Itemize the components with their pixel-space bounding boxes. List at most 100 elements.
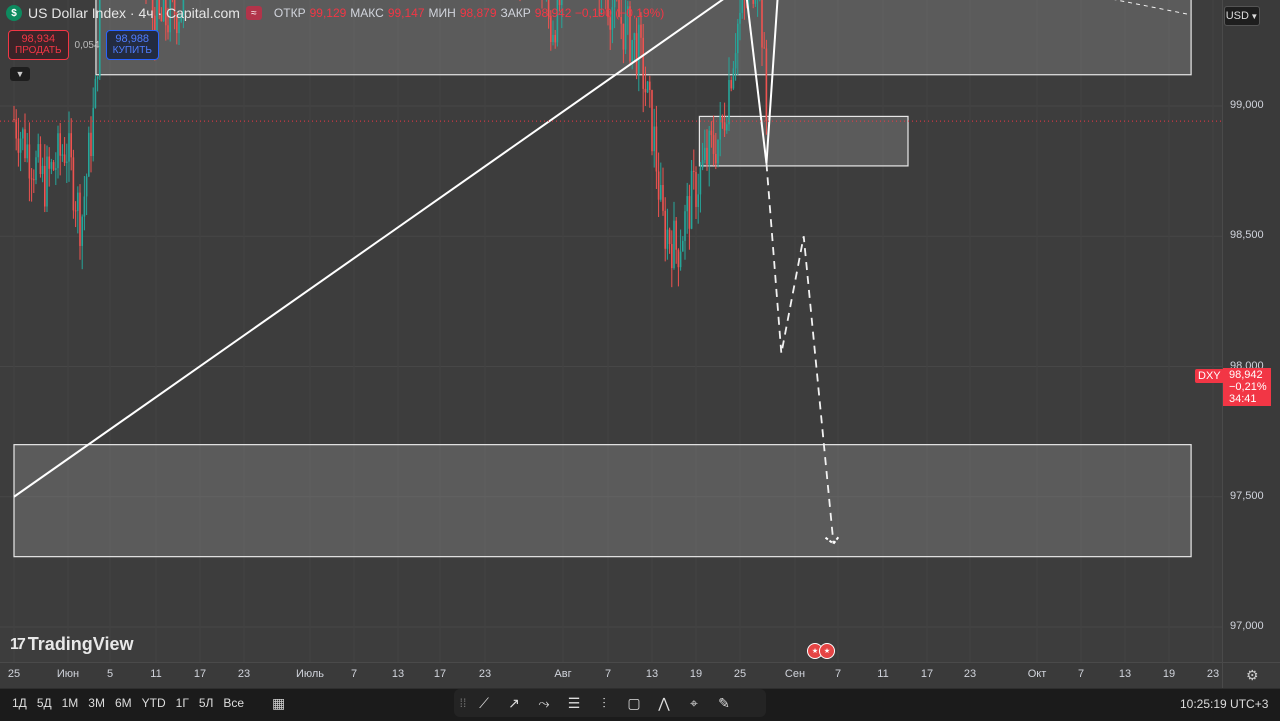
candle-body xyxy=(94,78,97,108)
candle-body xyxy=(79,192,81,246)
ohlc-close-label: ЗАКР xyxy=(500,6,531,20)
last-price-value: 98,942 xyxy=(1229,369,1263,381)
candle-body xyxy=(33,179,35,181)
candle-body xyxy=(741,0,743,13)
economic-events[interactable]: ★ ★ xyxy=(807,643,835,659)
candle-body xyxy=(671,244,673,269)
symbol-title[interactable]: US Dollar Index · 4ч · Capital.com xyxy=(28,5,240,21)
ohlc-open-label: ОТКР xyxy=(273,6,306,20)
candle-body xyxy=(77,192,79,211)
bar-countdown: 34:41 xyxy=(1229,393,1257,405)
candle-body xyxy=(85,176,88,197)
candle-body xyxy=(83,196,86,217)
candle-body xyxy=(679,251,682,268)
ohlc-high-label: МАКС xyxy=(350,6,384,20)
candle-body xyxy=(754,0,757,4)
range-1d[interactable]: 1Д xyxy=(12,696,27,710)
clock[interactable]: 10:25:19 UTC+3 xyxy=(1180,697,1268,711)
candle-body xyxy=(88,132,90,177)
chart-area[interactable] xyxy=(0,0,1222,662)
time-tick-label: 19 xyxy=(1162,668,1176,680)
candle-body xyxy=(55,168,57,170)
grip-icon[interactable]: ⁞⁞ xyxy=(458,691,468,715)
candle-body xyxy=(81,216,83,246)
chevron-down-icon[interactable]: ▼ xyxy=(10,67,30,81)
candle-body xyxy=(48,156,50,169)
candle-body xyxy=(631,40,633,62)
buy-label: КУПИТЬ xyxy=(112,45,152,56)
ray-icon[interactable]: ↗ xyxy=(500,691,528,715)
range-3m[interactable]: 3М xyxy=(88,696,105,710)
calendar-icon[interactable]: ▦ xyxy=(272,695,285,712)
candle-body xyxy=(26,144,28,159)
candle-body xyxy=(35,157,37,181)
time-tick-label: 17 xyxy=(193,668,207,680)
range-5y[interactable]: 5Л xyxy=(199,696,214,710)
rectangle-icon[interactable]: ▢ xyxy=(620,691,648,715)
time-tick-label: 7 xyxy=(350,668,358,680)
candle-body xyxy=(640,24,642,38)
candle-body xyxy=(22,129,24,139)
range-6m[interactable]: 6М xyxy=(115,696,132,710)
range-ytd[interactable]: YTD xyxy=(142,696,166,710)
candle-body xyxy=(688,196,691,229)
candle-body xyxy=(649,81,651,91)
parallel-channel-icon[interactable]: ☰ xyxy=(560,691,588,715)
path-icon[interactable]: ⤳ xyxy=(530,691,558,715)
candle-body xyxy=(655,126,658,172)
time-tick-label: 13 xyxy=(391,668,405,680)
time-tick-label: 5 xyxy=(106,668,114,680)
candle-body xyxy=(646,81,649,93)
currency-select[interactable]: USD ▼ xyxy=(1224,6,1260,26)
buy-price: 98,988 xyxy=(115,33,150,45)
candle-body xyxy=(92,107,94,157)
range-1y[interactable]: 1Г xyxy=(176,696,189,710)
candle-body xyxy=(41,165,44,175)
buy-button[interactable]: 98,988 КУПИТЬ xyxy=(105,30,159,60)
brush-icon[interactable]: ✎ xyxy=(710,691,738,715)
candle-body xyxy=(63,154,66,163)
candle-body xyxy=(642,37,644,89)
price-chart[interactable] xyxy=(0,0,1222,662)
time-tick-label: 23 xyxy=(237,668,251,680)
time-tick-label: 13 xyxy=(645,668,659,680)
candle-body xyxy=(37,144,39,158)
sell-button[interactable]: 98,934 ПРОДАТЬ xyxy=(8,30,69,60)
time-tick-label: 13 xyxy=(1118,668,1132,680)
data-source-icon[interactable]: ≈ xyxy=(245,6,262,20)
ohlc-close-value: 98,942 −0,190 (−0,19%) xyxy=(534,6,665,20)
candle-body xyxy=(715,153,717,164)
candle-body xyxy=(622,23,625,50)
candle-body xyxy=(30,178,33,180)
candle-body xyxy=(90,132,92,157)
gear-icon[interactable]: ⚙ xyxy=(1246,667,1259,684)
candle-body xyxy=(635,33,638,75)
ohlc-high-value: 99,147 xyxy=(387,6,425,20)
fib-icon[interactable]: ⫶ xyxy=(590,691,618,715)
range-1m[interactable]: 1М xyxy=(62,696,79,710)
candle-body xyxy=(19,138,22,153)
candle-body xyxy=(70,133,72,158)
projection-icon[interactable]: ⌖ xyxy=(680,691,708,715)
candle-body xyxy=(178,21,180,34)
candle-body xyxy=(46,156,48,207)
candle-body xyxy=(673,220,675,269)
candle-body xyxy=(657,171,660,200)
tradingview-logo[interactable]: 17 TradingView xyxy=(10,634,134,655)
candle-body xyxy=(730,80,732,89)
candle-body xyxy=(706,147,708,165)
candle-body xyxy=(728,80,730,125)
candle-body xyxy=(675,220,677,250)
candle-body xyxy=(554,34,556,43)
sell-price: 98,934 xyxy=(21,33,56,45)
range-5d[interactable]: 5Д xyxy=(37,696,52,710)
currency-label: USD xyxy=(1225,10,1249,22)
pattern-icon[interactable]: ⋀ xyxy=(650,691,678,715)
trend-line-icon[interactable]: ⟋ xyxy=(470,691,498,715)
candle-body xyxy=(677,249,680,268)
range-all[interactable]: Все xyxy=(223,696,244,710)
us-flag-icon[interactable]: ★ xyxy=(819,643,835,659)
time-tick-label: Июль xyxy=(295,668,325,680)
candle-body xyxy=(708,130,710,165)
trade-panel: 98,934 ПРОДАТЬ 0,054 98,988 КУПИТЬ xyxy=(8,30,159,60)
